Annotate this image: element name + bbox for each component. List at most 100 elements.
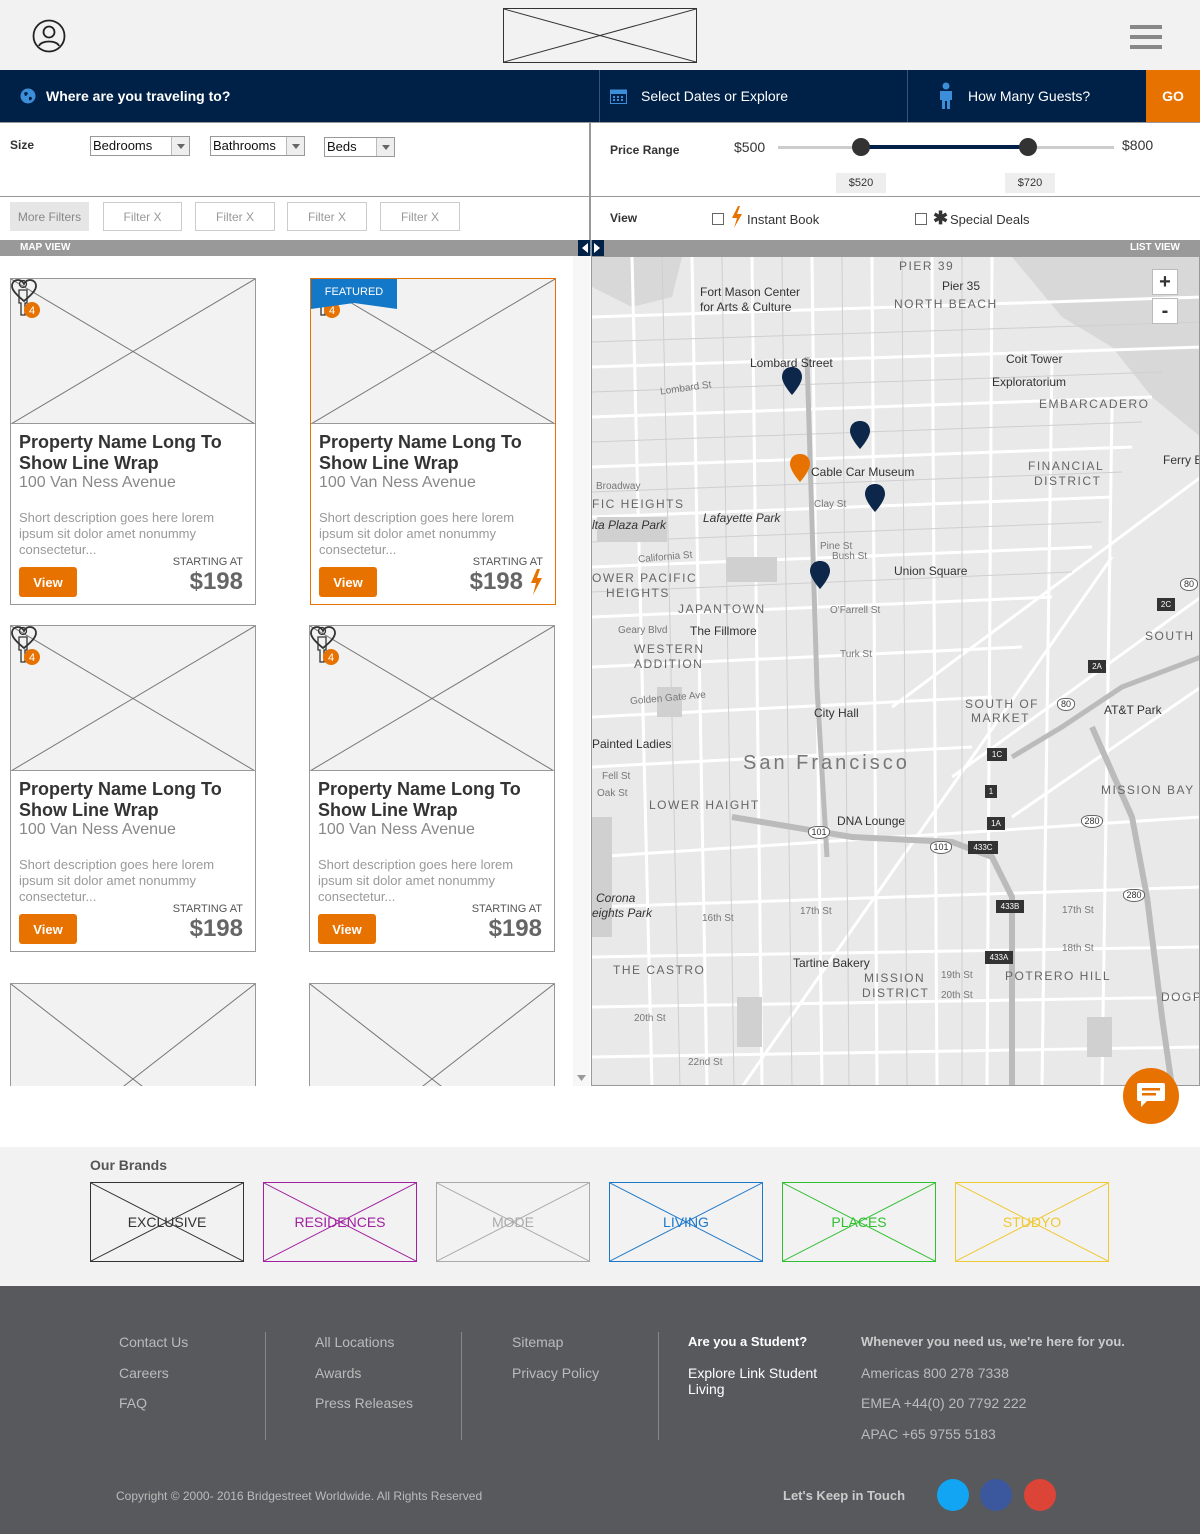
listing-name[interactable]: Property Name Long To Show Line Wrap — [318, 779, 548, 821]
destination-input[interactable]: Where are you traveling to? — [0, 70, 599, 122]
hamburger-menu-icon[interactable] — [1126, 20, 1166, 54]
map-marker-icon[interactable] — [782, 367, 802, 397]
view-listing-button[interactable]: View — [319, 567, 377, 597]
footer-link[interactable]: Privacy Policy — [512, 1365, 599, 1381]
scroll-down-icon[interactable] — [577, 1075, 586, 1081]
user-account-icon[interactable] — [32, 19, 66, 53]
special-deals-label: Special Deals — [950, 212, 1030, 227]
highway-shield: 101 — [808, 826, 830, 839]
listing-image[interactable]: 4 — [310, 626, 554, 771]
exit-sign: 2C — [1157, 598, 1175, 611]
go-button[interactable]: GO — [1146, 70, 1200, 122]
brand-logo-residences[interactable]: RESIDENCES — [263, 1182, 417, 1262]
filter-chip[interactable]: Filter X — [103, 202, 182, 231]
contact-phone: Americas 800 278 7338 — [861, 1365, 1009, 1381]
filter-chip[interactable]: Filter X — [380, 202, 460, 231]
filter-chip[interactable]: Filter X — [195, 202, 275, 231]
brand-logo-places[interactable]: PLACES — [782, 1182, 936, 1262]
map-label: The Fillmore — [690, 624, 757, 638]
map-view-bar[interactable]: MAP VIEW — [0, 240, 578, 256]
listing-card[interactable]: 4 Property Name Long To Show Line Wrap 1… — [10, 625, 256, 952]
brand-name: EXCLUSIVE — [127, 1214, 207, 1230]
listing-card[interactable]: 4 Property Name Long To Show Line Wrap 1… — [10, 278, 256, 605]
map-marker-icon[interactable] — [865, 484, 885, 514]
contact-phone: APAC +65 9755 5183 — [861, 1426, 996, 1442]
map-label: lta Plaza Park — [592, 518, 667, 532]
map-label: Coit Tower — [1006, 352, 1063, 366]
featured-listing-card[interactable]: 4 FEATURED Property Name Long To Show Li… — [310, 278, 556, 605]
beds-select[interactable]: Beds — [324, 137, 395, 157]
map-label: San Francisco — [743, 752, 910, 774]
listing-name[interactable]: Property Name Long To Show Line Wrap — [19, 432, 249, 474]
map-street-label: 19th St — [941, 970, 973, 981]
price-slider-low-handle[interactable] — [851, 138, 870, 156]
exit-sign: 1A — [987, 817, 1005, 830]
zoom-in-button[interactable]: + — [1152, 269, 1178, 295]
asterisk-icon: ✱ — [933, 208, 949, 228]
starting-at-label: STARTING AT — [172, 556, 243, 568]
footer-link[interactable]: Careers — [119, 1365, 169, 1381]
facebook-icon[interactable] — [980, 1479, 1012, 1511]
listing-price: $198 — [488, 915, 542, 942]
exit-sign: 433B — [996, 900, 1024, 913]
guest-count-icon: 4 — [317, 626, 339, 665]
person-icon — [940, 82, 952, 109]
featured-ribbon: FEATURED — [311, 279, 397, 309]
view-listing-button[interactable]: View — [318, 914, 376, 944]
google-plus-icon[interactable] — [1024, 1479, 1056, 1511]
student-title: Are you a Student? — [688, 1334, 808, 1349]
special-deals-checkbox[interactable] — [915, 213, 927, 225]
listing-name[interactable]: Property Name Long To Show Line Wrap — [319, 432, 549, 474]
brand-logo-mode[interactable]: MODE — [436, 1182, 590, 1262]
site-logo[interactable] — [503, 8, 697, 63]
map-label: Cable Car Museum — [811, 465, 915, 479]
brand-logo-exclusive[interactable]: EXCLUSIVE — [90, 1182, 244, 1262]
listing-card[interactable]: 4 Property Name Long To Show Line Wrap 1… — [309, 625, 555, 952]
map-label: OWER PACIFIC — [592, 571, 698, 585]
listing-image[interactable]: 4 — [11, 626, 255, 771]
price-slider-high-handle[interactable] — [1018, 138, 1037, 156]
footer-link[interactable]: Awards — [315, 1365, 361, 1381]
footer-link[interactable]: FAQ — [119, 1395, 147, 1411]
map-label: FIC HEIGHTS — [592, 497, 685, 511]
footer-link[interactable]: All Locations — [315, 1334, 394, 1350]
listing-description: Short description goes here lorem ipsum … — [19, 857, 215, 904]
instant-book-checkbox[interactable] — [712, 213, 724, 225]
map-label: Corona — [596, 891, 636, 905]
footer-link[interactable]: Contact Us — [119, 1334, 188, 1350]
more-filters-button[interactable]: More Filters — [10, 202, 89, 231]
student-link[interactable]: Explore Link Student Living — [688, 1365, 828, 1397]
footer-link[interactable]: Sitemap — [512, 1334, 563, 1350]
filter-chip[interactable]: Filter X — [287, 202, 367, 231]
view-listing-button[interactable]: View — [19, 567, 77, 597]
panel-toggle[interactable] — [578, 240, 604, 256]
zoom-out-button[interactable]: - — [1152, 298, 1178, 324]
bathrooms-select[interactable]: Bathrooms — [210, 136, 305, 156]
dates-input[interactable]: Select Dates or Explore — [600, 70, 907, 122]
footer-link[interactable]: Press Releases — [315, 1395, 413, 1411]
listings-scrollbar[interactable] — [573, 256, 590, 1086]
listing-card-partial[interactable] — [309, 983, 555, 1086]
twitter-icon[interactable] — [937, 1479, 969, 1511]
map-panel[interactable]: + - PIER 39 Pier 35 Fort Mason Center fo… — [591, 256, 1200, 1086]
price-slider[interactable] — [778, 138, 1114, 156]
map-marker-icon[interactable] — [810, 561, 830, 591]
map-marker-icon[interactable] — [850, 421, 870, 451]
brand-logo-studyo[interactable]: STUDYO — [955, 1182, 1109, 1262]
guests-input[interactable]: How Many Guests? — [908, 70, 1146, 122]
chat-button[interactable] — [1123, 1068, 1179, 1124]
listing-address: 100 Van Ness Avenue — [318, 821, 475, 838]
map-marker-selected-icon[interactable] — [790, 454, 810, 484]
bedrooms-select[interactable]: Bedrooms — [90, 136, 190, 156]
brand-logo-living[interactable]: LIVING — [609, 1182, 763, 1262]
price-max: $800 — [1122, 137, 1154, 153]
listing-name[interactable]: Property Name Long To Show Line Wrap — [19, 779, 249, 821]
listing-image[interactable]: 4 FEATURED — [311, 279, 555, 424]
view-listing-button[interactable]: View — [19, 914, 77, 944]
map-label: MISSION — [864, 971, 926, 985]
map-street-label: 20th St — [941, 990, 973, 1001]
listing-card-partial[interactable] — [10, 983, 256, 1086]
listing-image[interactable]: 4 — [11, 279, 255, 424]
map-label: Exploratorium — [992, 375, 1067, 389]
list-view-bar[interactable]: LIST VIEW — [604, 240, 1200, 256]
